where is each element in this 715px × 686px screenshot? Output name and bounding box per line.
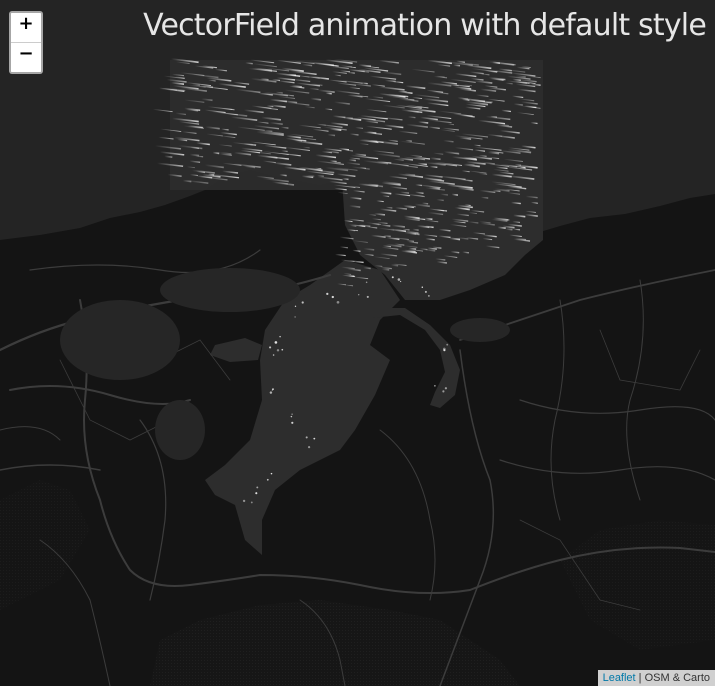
particle-streak — [407, 116, 416, 119]
particle-streak — [451, 193, 458, 196]
particle-dot — [365, 281, 368, 284]
particle-streak — [424, 225, 434, 229]
particle-streak — [279, 173, 287, 177]
particle-streak — [497, 226, 506, 230]
particle-dot — [291, 413, 293, 415]
particle-streak — [342, 177, 349, 181]
zoom-out-button[interactable]: − — [11, 42, 41, 72]
particle-dot — [391, 276, 394, 279]
particle-streak — [440, 193, 448, 196]
particle-dot — [281, 348, 284, 351]
particle-dot — [307, 445, 311, 449]
zoom-in-button[interactable]: + — [11, 13, 41, 42]
particle-streak — [415, 184, 422, 187]
particle-dot — [271, 389, 273, 391]
particle-dot — [442, 347, 446, 351]
particle-streak — [385, 206, 393, 209]
particle-dot — [336, 300, 340, 304]
particle-dot — [446, 343, 449, 346]
particle-streak — [421, 202, 429, 205]
particle-streak — [436, 198, 444, 202]
particle-streak — [281, 150, 288, 153]
particle-streak — [490, 115, 498, 118]
particle-streak — [316, 174, 324, 177]
particle-dot — [331, 295, 334, 299]
particle-dot — [290, 415, 293, 418]
particle-dot — [358, 294, 360, 296]
particle-dot — [291, 421, 294, 424]
particle-dot — [266, 478, 269, 481]
particle-dot — [255, 492, 258, 495]
page-title: VectorField animation with default style — [143, 8, 707, 43]
particle-streak — [462, 251, 469, 254]
particle-dot — [424, 290, 427, 293]
particle-dot — [269, 391, 273, 394]
leaflet-link[interactable]: Leaflet — [603, 672, 636, 684]
particle-dot — [397, 278, 401, 281]
particle-streak — [371, 222, 380, 226]
particle-streak — [464, 204, 471, 206]
particle-dot — [434, 385, 436, 387]
particle-streak — [348, 158, 356, 162]
particle-streak — [492, 189, 501, 193]
particle-streak — [505, 228, 513, 231]
particle-dot — [276, 349, 280, 352]
particle-dot — [399, 280, 402, 283]
particle-dot — [270, 472, 273, 475]
particle-dot — [444, 387, 448, 390]
particle-dot — [313, 437, 316, 440]
particle-dot — [428, 295, 430, 297]
particle-dot — [250, 501, 253, 504]
particle-streak — [347, 71, 355, 74]
particle-streak — [381, 268, 390, 271]
particle-streak — [189, 153, 200, 157]
particle-streak — [429, 165, 438, 168]
particle-dot — [279, 335, 281, 338]
particle-dot — [274, 341, 278, 344]
particle-dot — [294, 316, 296, 318]
particle-streak — [212, 151, 220, 155]
particle-streak — [182, 179, 192, 183]
particle-dot — [242, 499, 246, 503]
particle-streak — [430, 157, 441, 161]
particle-streak — [363, 266, 371, 270]
particle-streak — [164, 155, 173, 159]
particle-dot — [256, 486, 259, 489]
map-container[interactable]: + − VectorField animation with default s… — [0, 0, 715, 686]
particle-streak — [409, 232, 417, 235]
particle-dot — [269, 346, 272, 349]
particle-streak — [327, 133, 336, 137]
particle-streak — [424, 217, 433, 221]
basemap[interactable] — [0, 0, 715, 686]
particle-streak — [348, 274, 355, 278]
particle-dot — [301, 301, 304, 304]
particle-streak — [480, 196, 489, 199]
particle-dot — [272, 354, 275, 356]
particle-streak — [221, 128, 229, 131]
particle-dot — [294, 305, 297, 307]
particle-dot — [305, 436, 308, 439]
particle-dot — [442, 390, 445, 393]
particle-streak — [325, 92, 332, 95]
particle-streak — [492, 61, 500, 65]
particle-streak — [245, 62, 253, 65]
particle-streak — [453, 64, 461, 67]
attribution-credit: OSM & Carto — [644, 672, 710, 684]
particle-dot — [366, 295, 369, 298]
particle-dot — [421, 286, 424, 289]
particle-streak — [412, 228, 419, 231]
particle-streak — [390, 264, 399, 267]
particle-dot — [326, 292, 329, 296]
attribution: Leaflet | OSM & Carto — [597, 670, 715, 686]
attribution-separator: | — [635, 672, 645, 684]
particle-streak — [514, 163, 522, 166]
zoom-control: + − — [9, 11, 43, 74]
particle-streak — [417, 162, 427, 166]
